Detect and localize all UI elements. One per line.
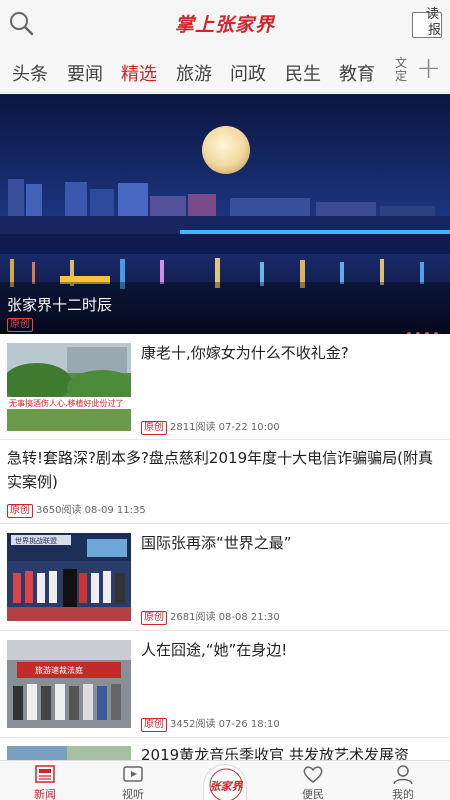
view-count: 3650阅读 — [36, 505, 82, 516]
list-item[interactable]: 急转!套路深?剧本多?盘点慈利2019年度十大电信诈骗骗局(附真实案例) 原创 3… — [0, 440, 450, 524]
publish-time: 08-09 11:35 — [84, 505, 146, 516]
article-meta: 原创 2811阅读 07-22 10:00 — [141, 418, 280, 435]
app-title: 掌上张家界 — [174, 14, 275, 36]
publish-time: 08-08 21:30 — [218, 612, 280, 623]
read-label: 读 — [426, 7, 440, 22]
article-meta: 原创 3650阅读 08-09 11:35 — [7, 501, 146, 518]
banner-title: 张家界十二时辰 — [7, 296, 113, 314]
news-icon — [35, 765, 55, 783]
article-thumbnail: 无事搞酒伤人心,移植好此份过了 — [7, 343, 131, 431]
publish-time: 07-26 18:10 — [218, 719, 280, 730]
featured-banner[interactable]: 张家界十二时辰 原创 — [0, 94, 450, 334]
tab-travel[interactable]: 旅游 — [176, 60, 212, 86]
list-item[interactable]: 2019黄龙音乐季收官 共发放艺术发展资 — [0, 738, 450, 760]
article-thumbnail: 旅游速裁法庭 — [7, 640, 131, 728]
tab-featured[interactable]: 精选 — [121, 60, 157, 86]
logo-text: 张家界 — [210, 780, 244, 793]
nav-label: 便民 — [302, 788, 324, 800]
nav-services[interactable]: 便民 — [268, 761, 358, 800]
nav-news[interactable]: 新闻 — [0, 761, 90, 800]
user-icon — [393, 765, 413, 784]
thumb-caption: 无事搞酒伤人心,移植好此份过了 — [9, 398, 124, 408]
nav-label: 我的 — [392, 788, 414, 800]
nav-label: 视听 — [122, 788, 144, 800]
original-badge: 原创 — [141, 718, 167, 732]
tab-inquiry[interactable]: 问政 — [230, 60, 266, 86]
view-count: 2811阅读 — [170, 422, 216, 433]
article-thumbnail: 世界挑战联盟 — [7, 533, 131, 621]
article-title: 人在囧途,“她”在身边! — [141, 641, 288, 659]
app-logo-icon: 张家界 — [210, 768, 244, 800]
view-count: 3452阅读 — [170, 719, 216, 730]
add-channel-icon[interactable]: + — [416, 51, 441, 86]
article-meta: 原创 3452阅读 07-26 18:10 — [141, 715, 280, 732]
article-thumbnail — [7, 746, 131, 760]
article-title: 国际张再添“世界之最” — [141, 534, 292, 552]
article-title: 急转!套路深?剧本多?盘点慈利2019年度十大电信诈骗骗局(附真实案例) — [7, 449, 433, 491]
tab-education[interactable]: 教育 — [339, 60, 375, 86]
article-title: 2019黄龙音乐季收官 共发放艺术发展资 — [141, 746, 409, 760]
nav-video[interactable]: 视听 — [88, 761, 178, 800]
original-badge: 原创 — [7, 318, 33, 332]
original-badge: 原创 — [141, 611, 167, 625]
top-bar: 掌上张家界 读 报 — [0, 0, 450, 47]
center-logo-button[interactable]: 张家界 — [203, 764, 247, 800]
thumb-caption: 世界挑战联盟 — [15, 536, 57, 545]
tab-livelihood[interactable]: 民生 — [285, 60, 321, 86]
view-count: 2681阅读 — [170, 612, 216, 623]
tab-headlines[interactable]: 头条 — [12, 60, 48, 86]
nav-label: 新闻 — [34, 788, 56, 800]
newspaper-label: 报 — [428, 23, 442, 38]
original-badge: 原创 — [141, 421, 167, 435]
list-item[interactable]: 世界挑战联盟 国际张再添“世界之最” 原创 2681阅读 08-08 21:30 — [0, 524, 450, 631]
tab-partial[interactable]: 文定 — [395, 57, 409, 83]
read-newspaper-button[interactable]: 读 报 — [408, 6, 444, 40]
list-item[interactable]: 无事搞酒伤人心,移植好此份过了 康老十,你嫁女为什么不收礼金? 原创 2811阅读… — [0, 334, 450, 440]
list-item[interactable]: 旅游速裁法庭 人在囧途,“她”在身边! 原创 3452阅读 07-26 18:10 — [0, 631, 450, 738]
carousel-dots — [402, 321, 438, 334]
channel-tabs: 头条 要闻 精选 旅游 问政 民生 教育 文定 + — [0, 47, 450, 93]
original-badge: 原创 — [7, 504, 33, 518]
heart-icon — [303, 766, 323, 783]
thumb-caption: 旅游速裁法庭 — [35, 665, 83, 675]
article-meta: 原创 2681阅读 08-08 21:30 — [141, 608, 280, 625]
video-icon — [123, 766, 143, 782]
tab-key-news[interactable]: 要闻 — [67, 60, 103, 86]
article-title: 康老十,你嫁女为什么不收礼金? — [141, 344, 349, 362]
nav-profile[interactable]: 我的 — [358, 761, 448, 800]
publish-time: 07-22 10:00 — [218, 422, 280, 433]
